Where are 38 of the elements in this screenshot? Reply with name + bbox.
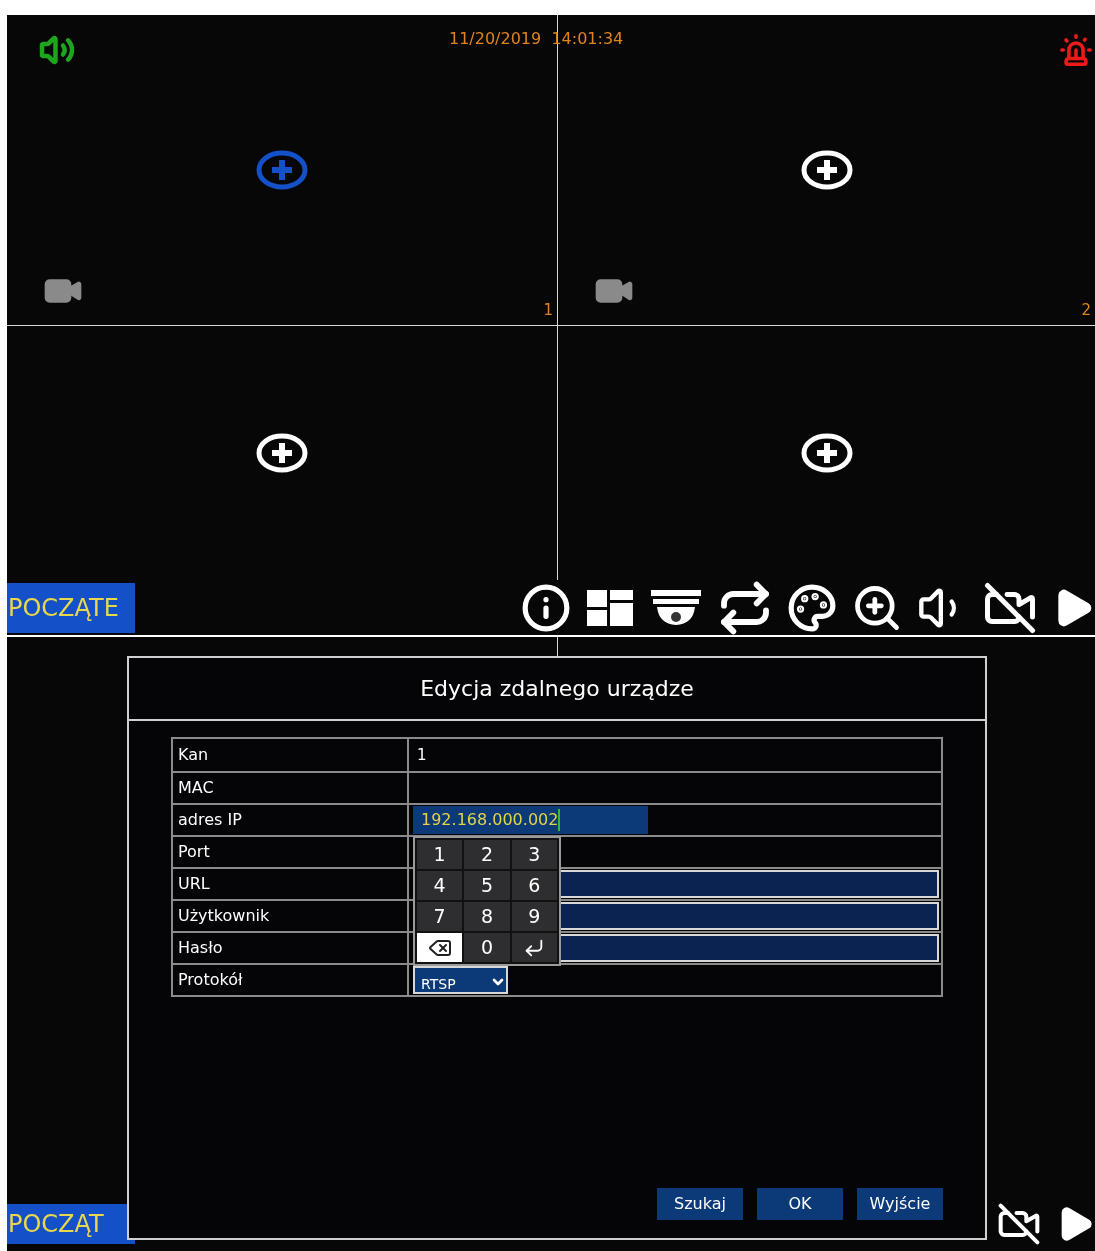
channel-number: 2 <box>1081 299 1091 321</box>
field-value: 1 <box>416 744 427 766</box>
start-button[interactable]: POCZĄT <box>7 1203 135 1244</box>
backspace-key[interactable] <box>417 933 463 962</box>
palette-icon[interactable] <box>787 582 837 633</box>
enter-key[interactable] <box>511 933 557 962</box>
dome-camera-icon[interactable] <box>649 587 703 628</box>
dialog-button[interactable]: Szukaj <box>657 1188 743 1220</box>
dialog-button[interactable]: OK <box>757 1188 843 1220</box>
keypad-key[interactable]: 2 <box>464 840 510 869</box>
field-label: adres IP <box>173 805 409 835</box>
keypad-key[interactable]: 8 <box>464 902 510 931</box>
keypad-key[interactable]: 3 <box>511 840 557 869</box>
keypad-key[interactable]: 5 <box>464 871 510 900</box>
field-label: Hasło <box>173 933 409 963</box>
keypad-key[interactable]: 1 <box>417 840 463 869</box>
field-label: Użytkownik <box>173 901 409 931</box>
protocol-dropdown[interactable]: RTSP <box>413 966 508 994</box>
camera-off-icon[interactable] <box>997 1201 1041 1246</box>
field-label: MAC <box>173 773 409 803</box>
info-icon[interactable] <box>521 582 571 633</box>
alarm-icon <box>1059 33 1093 67</box>
keypad-key[interactable]: 0 <box>464 933 510 962</box>
keypad-key[interactable]: 7 <box>417 902 463 931</box>
start-button[interactable]: POCZĄTE <box>7 582 135 633</box>
keypad-key[interactable]: 6 <box>511 871 557 900</box>
field-label: URL <box>173 869 409 899</box>
camera-off-icon[interactable] <box>983 580 1037 635</box>
keypad-key[interactable]: 9 <box>511 902 557 931</box>
field-label: Port <box>173 837 409 867</box>
keypad-key[interactable]: 4 <box>417 871 463 900</box>
field-label: Protokół <box>173 965 409 995</box>
layout-grid-icon[interactable] <box>585 587 635 628</box>
ip-address-field[interactable]: 192.168.000.002 <box>413 806 648 834</box>
channel-number: 1 <box>543 299 553 321</box>
field-label: Kan <box>173 739 409 771</box>
dialog-button[interactable]: Wyjście <box>857 1188 943 1220</box>
dialog-title: Edycja zdalnego urządze <box>129 658 985 721</box>
